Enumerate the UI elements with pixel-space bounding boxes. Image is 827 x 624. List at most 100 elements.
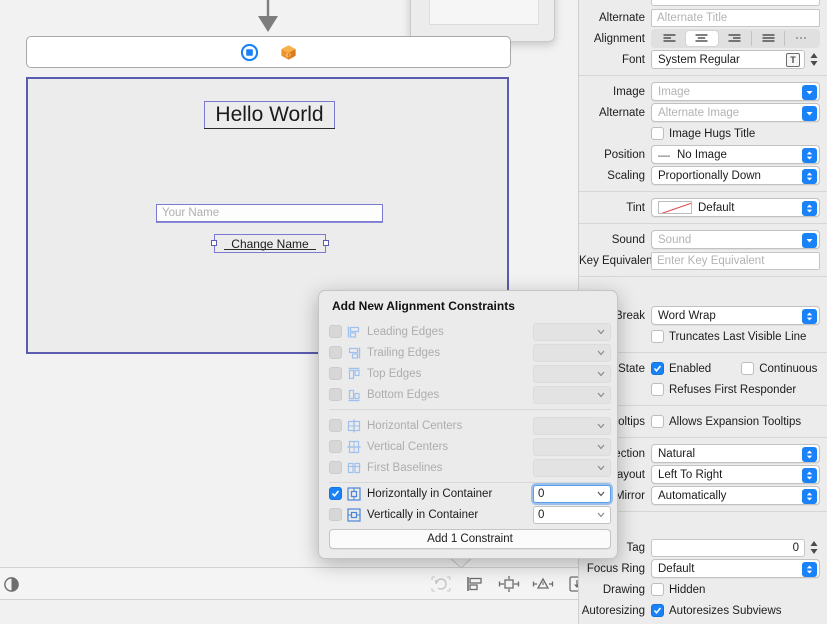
image-chevron-down-icon[interactable]: [802, 85, 817, 100]
add-constraint-button[interactable]: Add 1 Constraint: [329, 529, 611, 549]
update-frames-icon[interactable]: [430, 574, 452, 594]
bottom-edges-value[interactable]: [533, 385, 611, 404]
first-baselines-checkbox[interactable]: [329, 461, 342, 474]
view-controller-icon[interactable]: [240, 43, 258, 61]
inspector-row-position[interactable]: Position — No Image: [579, 144, 827, 165]
align-right-segment[interactable]: [718, 31, 751, 46]
focus-ring-updown-arrows-icon[interactable]: [802, 562, 817, 577]
key-equivalent-field[interactable]: Enter Key Equivalent: [651, 251, 820, 270]
inspector-row-focus-ring[interactable]: Focus Ring Default: [579, 558, 827, 579]
tint-popup-button[interactable]: Default: [651, 198, 820, 217]
align-icon[interactable]: [464, 574, 486, 594]
inspector-row-alternate-image[interactable]: Alternate Alternate Image: [579, 102, 827, 123]
top-edges-value[interactable]: [533, 364, 611, 383]
leading-edges-value[interactable]: [533, 322, 611, 341]
name-text-field[interactable]: Your Name: [156, 204, 383, 222]
autoresizes-subviews-checkbox[interactable]: [651, 604, 664, 617]
selection-handle-right[interactable]: [323, 240, 329, 246]
alignment-segmented-control[interactable]: [651, 29, 820, 48]
horizontally-in-container-value[interactable]: 0: [533, 484, 611, 503]
position-popup-button[interactable]: — No Image: [651, 145, 820, 164]
alternate-title-field[interactable]: Alternate Title: [651, 8, 820, 27]
first-baselines-value[interactable]: [533, 458, 611, 477]
popover-row-bottom-edges[interactable]: Bottom Edges: [329, 384, 611, 405]
horizontal-centers-value[interactable]: [533, 416, 611, 435]
alternate-image-chevron-down-icon[interactable]: [802, 106, 817, 121]
scene-dock[interactable]: {}: [26, 36, 511, 68]
break-updown-arrows-icon[interactable]: [802, 309, 817, 324]
align-justify-segment[interactable]: [752, 31, 785, 46]
popover-row-horizontally-in-container[interactable]: Horizontally in Container 0: [329, 483, 611, 504]
bottom-edges-checkbox[interactable]: [329, 388, 342, 401]
vertical-centers-checkbox[interactable]: [329, 440, 342, 453]
selection-handle-left[interactable]: [211, 240, 217, 246]
top-edges-checkbox[interactable]: [329, 367, 342, 380]
direction-popup-button[interactable]: Natural: [651, 444, 820, 463]
hidden-checkbox[interactable]: [651, 583, 664, 596]
vertically-in-container-value[interactable]: 0: [533, 505, 611, 524]
tag-field[interactable]: 0: [651, 538, 805, 557]
popover-row-first-baselines[interactable]: First Baselines: [329, 457, 611, 478]
inspector-row-alignment[interactable]: Alignment: [579, 28, 827, 49]
change-name-button[interactable]: Change Name: [214, 234, 326, 253]
focus-ring-popup-button[interactable]: Default: [651, 559, 820, 578]
align-center-segment[interactable]: [685, 31, 719, 46]
refuses-first-responder-checkbox[interactable]: [651, 383, 664, 396]
image-hugs-title-checkbox[interactable]: [651, 127, 664, 140]
font-field[interactable]: System Regular T: [651, 50, 805, 69]
popover-row-top-edges[interactable]: Top Edges: [329, 363, 611, 384]
image-combo-box[interactable]: Image: [651, 82, 820, 101]
vertical-centers-value[interactable]: [533, 437, 611, 456]
truncates-last-visible-line-checkbox[interactable]: [651, 330, 664, 343]
align-natural-segment[interactable]: [785, 31, 818, 46]
alternate-image-combo-box[interactable]: Alternate Image: [651, 103, 820, 122]
add-new-alignment-constraints-popover[interactable]: Add New Alignment Constraints Leading Ed…: [318, 290, 618, 559]
inspector-row-alternate-title[interactable]: Alternate Alternate Title: [579, 7, 827, 28]
inspector-row-sound[interactable]: Sound Sound: [579, 229, 827, 250]
mirror-popup-button[interactable]: Automatically: [651, 486, 820, 505]
font-size-stepper[interactable]: [808, 50, 820, 69]
popover-row-leading-edges[interactable]: Leading Edges: [329, 321, 611, 342]
title-field[interactable]: [651, 0, 820, 6]
mirror-updown-arrows-icon[interactable]: [802, 489, 817, 504]
layout-popup-button[interactable]: Left To Right: [651, 465, 820, 484]
scaling-updown-arrows-icon[interactable]: [802, 169, 817, 184]
layout-updown-arrows-icon[interactable]: [802, 468, 817, 483]
font-panel-icon[interactable]: T: [786, 53, 800, 67]
cube-object-icon[interactable]: {}: [280, 44, 297, 61]
inspector-row-image-hugs-title[interactable]: Image Hugs Title: [579, 123, 827, 144]
pin-constraints-icon[interactable]: [498, 574, 520, 594]
inspector-row-drawing[interactable]: Drawing Hidden: [579, 579, 827, 600]
sound-combo-box[interactable]: Sound: [651, 230, 820, 249]
inspector-row-tint[interactable]: Tint Default: [579, 197, 827, 218]
allows-expansion-tooltips-checkbox[interactable]: [651, 415, 664, 428]
position-updown-arrows-icon[interactable]: [802, 148, 817, 163]
popover-row-trailing-edges[interactable]: Trailing Edges: [329, 342, 611, 363]
auto-layout-toolbar[interactable]: [430, 574, 588, 594]
tint-updown-arrows-icon[interactable]: [802, 201, 817, 216]
enabled-checkbox[interactable]: [651, 362, 664, 375]
trailing-edges-value[interactable]: [533, 343, 611, 362]
inspector-row-font[interactable]: Font System Regular T: [579, 49, 827, 70]
align-left-segment[interactable]: [653, 31, 686, 46]
horizontal-centers-checkbox[interactable]: [329, 419, 342, 432]
hello-world-label[interactable]: Hello World: [204, 101, 335, 129]
popover-row-vertical-centers[interactable]: Vertical Centers: [329, 436, 611, 457]
trailing-edges-checkbox[interactable]: [329, 346, 342, 359]
horizontally-in-container-checkbox[interactable]: [329, 487, 342, 500]
inspector-row-image[interactable]: Image Image: [579, 81, 827, 102]
resolve-issues-icon[interactable]: [532, 574, 554, 594]
continuous-checkbox[interactable]: [741, 362, 755, 375]
direction-updown-arrows-icon[interactable]: [802, 447, 817, 462]
inspector-row-autoresizing[interactable]: Autoresizing Autoresizes Subviews: [579, 600, 827, 621]
popover-row-horizontal-centers[interactable]: Horizontal Centers: [329, 415, 611, 436]
inspector-row-scaling[interactable]: Scaling Proportionally Down: [579, 165, 827, 186]
vertically-in-container-checkbox[interactable]: [329, 508, 342, 521]
leading-edges-checkbox[interactable]: [329, 325, 342, 338]
tag-stepper[interactable]: [808, 538, 820, 557]
inspector-row-key-equivalent[interactable]: Key Equivalent Enter Key Equivalent: [579, 250, 827, 271]
appearance-toggle-icon[interactable]: [3, 576, 20, 593]
sound-chevron-down-icon[interactable]: [802, 233, 817, 248]
popover-row-vertically-in-container[interactable]: Vertically in Container 0: [329, 504, 611, 525]
scaling-popup-button[interactable]: Proportionally Down: [651, 166, 820, 185]
